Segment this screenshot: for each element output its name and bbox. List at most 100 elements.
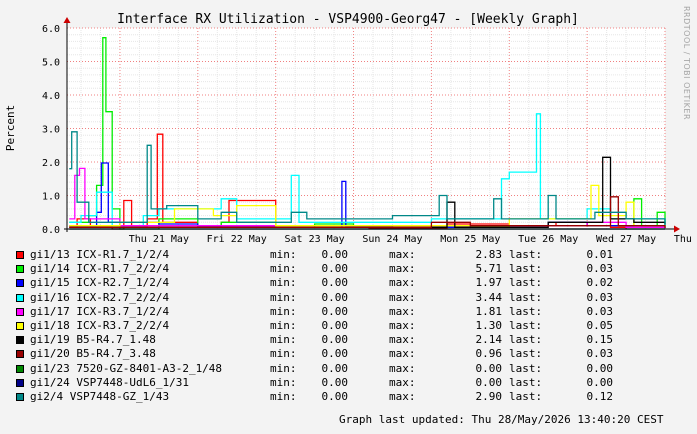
legend-min-label: min:	[270, 262, 297, 276]
legend-max-label: max:	[389, 318, 416, 332]
x-tick-label: Sat 23 May	[285, 234, 345, 245]
legend-min-value: 0.00	[321, 248, 349, 261]
x-tick-label: Thu 28 May	[674, 234, 697, 245]
chart-title: Interface RX Utilization - VSP4900-Georg…	[117, 12, 579, 27]
legend-last-label: last:	[509, 248, 543, 261]
legend-series-name: gi1/14 ICX-R1.7_2/2/4	[30, 262, 170, 276]
legend-last-label: last:	[509, 389, 543, 403]
legend-min-value: 0.00	[321, 347, 349, 361]
legend-last-label: last:	[509, 333, 543, 347]
legend-max-value: 5.71	[475, 262, 503, 276]
legend-swatch	[16, 307, 24, 316]
x-tick-labels: Thu 21 May Fri 22 May Sat 23 May Sun 24 May…	[129, 234, 697, 245]
legend-min-label: min:	[270, 375, 297, 389]
legend-series-name: gi2/4 VSP7448-GZ_1/43	[30, 389, 170, 403]
legend-last-label: last:	[509, 276, 543, 290]
x-tick-label: Tue 26 May	[518, 234, 578, 245]
legend-swatch	[16, 279, 24, 288]
legend-series-name: gi1/13 ICX-R1.7_1/2/4	[30, 248, 170, 261]
legend-swatch	[16, 364, 24, 373]
x-tick-label: Wed 27 May	[596, 234, 656, 245]
legend-max-label: max:	[389, 389, 416, 403]
y-tick-label: 6.0	[42, 24, 60, 35]
legend-min-value: 0.00	[321, 375, 349, 389]
legend-last-label: last:	[509, 318, 543, 332]
y-tick-label: 2.0	[42, 158, 60, 169]
legend-max-label: max:	[389, 276, 416, 290]
x-tick-label: Sun 24 May	[362, 234, 422, 245]
y-tick-label: 5.0	[42, 58, 60, 69]
y-tick-label: 0.0	[42, 225, 60, 236]
x-tick-label: Mon 25 May	[440, 234, 500, 245]
legend-last-value: 0.12	[586, 389, 614, 403]
legend-min-value: 0.00	[321, 318, 349, 332]
legend-last-label: last:	[509, 290, 543, 304]
legend-last-label: last:	[509, 375, 543, 389]
legend-max-value: 0.00	[475, 361, 503, 375]
legend-max-label: max:	[389, 361, 416, 375]
legend-max-label: max:	[389, 347, 416, 361]
legend-series-name: gi1/20 B5-R4.7_3.48	[30, 347, 156, 361]
y-axis-arrow	[63, 17, 71, 23]
legend-min-label: min:	[270, 389, 297, 403]
legend-max-value: 2.14	[475, 333, 503, 347]
legend-series-name: gi1/19 B5-R4.7_1.48	[30, 333, 156, 347]
legend-min-label: min:	[270, 361, 297, 375]
legend-swatch	[16, 321, 24, 330]
legend-min-label: min:	[270, 276, 297, 290]
legend-min-value: 0.00	[321, 262, 349, 276]
legend-swatch	[16, 350, 24, 359]
legend-min-value: 0.00	[321, 389, 349, 403]
legend-series-name: gi1/24 VSP7448-UdL6_1/31	[30, 375, 189, 389]
legend-swatch	[16, 251, 24, 259]
legend-last-label: last:	[509, 361, 543, 375]
x-axis-arrow	[674, 225, 680, 233]
legend-max-label: max:	[389, 333, 416, 347]
legend-min-value: 0.00	[321, 361, 349, 375]
legend-max-label: max:	[389, 375, 416, 389]
legend-swatch	[16, 336, 24, 345]
legend-swatch	[16, 265, 24, 274]
legend-min-label: min:	[270, 304, 297, 318]
legend-series-name: gi1/15 ICX-R2.7_1/2/4	[30, 276, 170, 290]
x-tick-label: Fri 22 May	[207, 234, 267, 245]
legend-last-label: last:	[509, 347, 543, 361]
legend-min-label: min:	[270, 347, 297, 361]
legend-last-value: 0.01	[586, 248, 614, 261]
legend-series-name: gi1/18 ICX-R3.7_2/2/4	[30, 318, 170, 332]
legend-series-name: gi1/23 7520-GZ-8401-A3-2_1/48	[30, 361, 223, 375]
legend-max-value: 2.90	[475, 389, 503, 403]
legend-swatch	[16, 293, 24, 302]
legend-min-value: 0.00	[321, 290, 349, 304]
y-tick-label: 3.0	[42, 125, 60, 136]
legend-min-label: min:	[270, 248, 297, 261]
legend-last-value: 0.00	[586, 375, 614, 389]
legend-min-label: min:	[270, 290, 297, 304]
y-tick-label: 1.0	[42, 192, 60, 203]
legend-last-label: last:	[509, 262, 543, 276]
legend-min-label: min:	[270, 318, 297, 332]
legend-max-label: max:	[389, 290, 416, 304]
x-tick-label: Thu 21 May	[129, 234, 189, 245]
legend-last-value: 0.03	[586, 347, 614, 361]
legend-max-value: 1.30	[475, 318, 503, 332]
legend-last-label: last:	[509, 304, 543, 318]
legend-max-value: 3.44	[475, 290, 503, 304]
legend-series-name: gi1/17 ICX-R3.7_1/2/4	[30, 304, 170, 318]
legend-max-value: 1.97	[475, 276, 503, 290]
legend-max-label: max:	[389, 262, 416, 276]
legend-last-value: 0.03	[586, 290, 614, 304]
legend-min-label: min:	[270, 333, 297, 347]
legend-last-value: 0.15	[586, 333, 614, 347]
y-axis-label: Percent	[4, 105, 17, 151]
legend-last-value: 0.00	[586, 361, 614, 375]
legend-series-name: gi1/16 ICX-R2.7_2/2/4	[30, 290, 170, 304]
legend-max-label: max:	[389, 304, 416, 318]
legend-max-value: 2.83	[475, 248, 503, 261]
legend-max-value: 0.00	[475, 375, 503, 389]
legend-max-value: 1.81	[475, 304, 503, 318]
legend-min-value: 0.00	[321, 333, 349, 347]
rrd-graph: Interface RX Utilization - VSP4900-Georg…	[0, 0, 697, 434]
legend-max-value: 0.96	[475, 347, 503, 361]
legend-last-value: 0.03	[586, 262, 614, 276]
